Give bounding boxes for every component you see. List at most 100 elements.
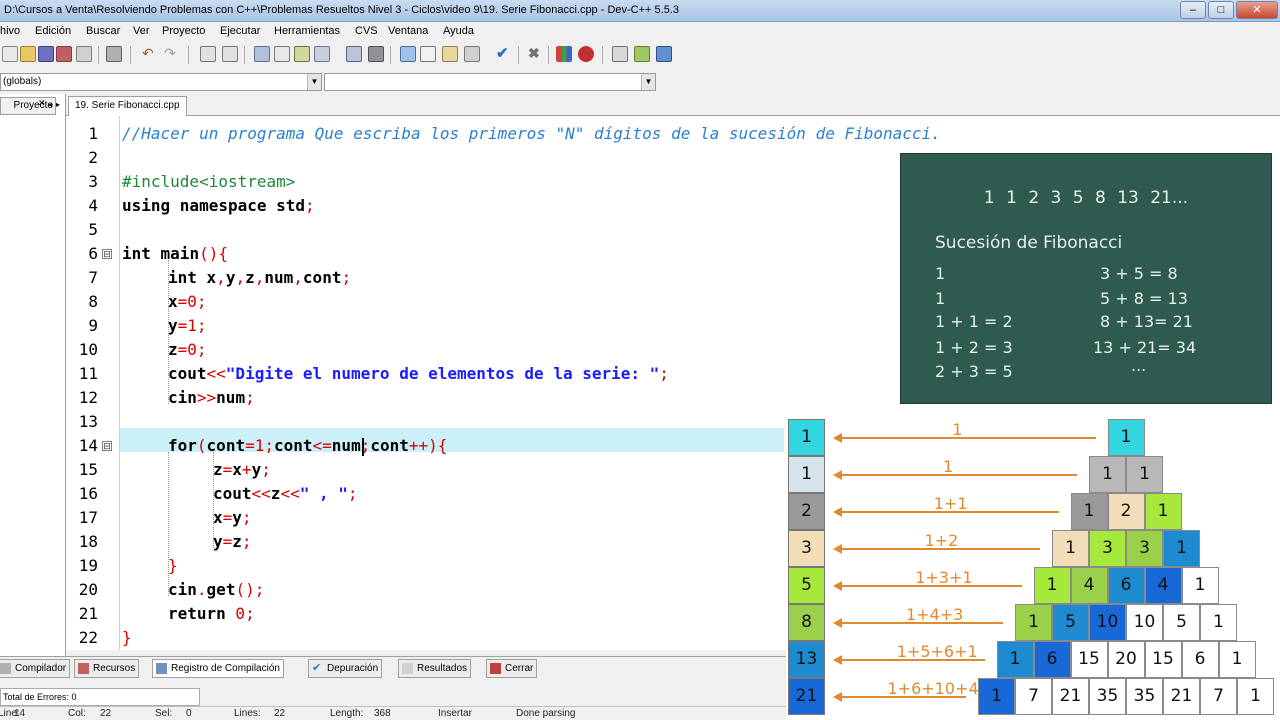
fibonacci-value-cell: 13 [788, 641, 825, 678]
identifier: cont [274, 436, 313, 455]
menu-herramientas[interactable]: Herramientas [274, 25, 340, 37]
chalk-right-row: ... [1131, 356, 1147, 375]
pascal-cell: 5 [1052, 604, 1089, 641]
compile-run-icon[interactable] [314, 46, 330, 62]
menu-ayuda[interactable]: Ayuda [443, 25, 474, 37]
chart-icon[interactable] [556, 46, 572, 62]
tab-resultados[interactable]: Resultados [398, 659, 472, 678]
menu-cvs[interactable]: CVS [355, 25, 378, 37]
chalk-right-row: 5 + 8 = 13 [1100, 289, 1188, 308]
check-icon[interactable]: ✔ [496, 46, 512, 62]
pascal-cell: 21 [1052, 678, 1089, 715]
keyword: int [122, 244, 151, 263]
tab-depuracion[interactable]: ✔ Depuración [308, 659, 383, 678]
compile-icon[interactable] [274, 46, 290, 62]
chart-icon[interactable] [442, 46, 458, 62]
identifier: y [225, 268, 236, 287]
chevron-right-icon[interactable]: ▸ [56, 100, 60, 109]
new-file-icon[interactable] [2, 46, 18, 62]
options-icon[interactable] [368, 46, 384, 62]
pascal-cell: 1 [1237, 678, 1274, 715]
fibonacci-value-cell: 3 [788, 530, 825, 567]
fold-toggle-icon[interactable]: ⊟ [102, 441, 112, 451]
replace-icon[interactable] [222, 46, 238, 62]
menu-edicion[interactable]: Edición [35, 25, 71, 37]
tab-recursos[interactable]: Recursos [74, 659, 140, 678]
sum-label: 1+3+1 [915, 568, 973, 587]
editor-tabs: 19. Serie Fibonacci.cpp [66, 94, 1280, 116]
project-remove-icon[interactable] [634, 46, 650, 62]
undo-icon[interactable]: ↶ [142, 46, 158, 62]
identifier: x [213, 508, 223, 527]
tab-cerrar[interactable]: Cerrar [486, 659, 538, 678]
identifier: num [264, 268, 294, 287]
goto-icon[interactable] [254, 46, 270, 62]
menu-buscar[interactable]: Buscar [86, 25, 120, 37]
members-combo[interactable]: ▼ [324, 73, 656, 91]
maximize-button[interactable]: □ [1208, 1, 1234, 19]
menu-archivo[interactable]: hivo [0, 25, 20, 37]
minimize-button[interactable]: – [1180, 1, 1206, 19]
chevron-down-icon[interactable]: ▼ [641, 74, 655, 90]
tab-registro-compilacion[interactable]: Registro de Compilación [152, 659, 284, 678]
code-line-8: x=0; [168, 290, 207, 314]
pascal-cell: 10 [1126, 604, 1163, 641]
chevron-left-icon[interactable]: ◂ [48, 100, 52, 109]
debug-icon[interactable] [464, 46, 480, 62]
code-line-1: //Hacer un programa Que escriba los prim… [122, 122, 941, 146]
project-add-icon[interactable] [400, 46, 416, 62]
project-add-icon[interactable] [612, 46, 628, 62]
redo-icon[interactable]: ↷ [164, 46, 180, 62]
rebuild-icon[interactable] [346, 46, 362, 62]
line-number: 11 [78, 364, 98, 383]
tab-serie-fibonacci[interactable]: 19. Serie Fibonacci.cpp [68, 96, 187, 116]
operator: ; [341, 268, 352, 287]
identifier: cout [168, 364, 207, 383]
open-icon[interactable] [20, 46, 36, 62]
tab-compilador[interactable]: Compilador [0, 659, 71, 678]
line-number: 12 [78, 388, 98, 407]
fold-toggle-icon[interactable]: ⊟ [102, 249, 112, 259]
operator: ( [196, 436, 207, 455]
tab-label: Cerrar [505, 663, 534, 674]
scope-combo[interactable]: (globals) ▼ [0, 73, 322, 91]
chevron-down-icon[interactable]: ▼ [307, 74, 321, 90]
code-line-3: #include<iostream> [122, 170, 295, 194]
close-window-button[interactable]: ✕ [1236, 1, 1278, 19]
save-all-icon[interactable] [56, 46, 72, 62]
menu-ventana[interactable]: Ventana [388, 25, 428, 37]
code-line-6: int main(){ [122, 242, 228, 266]
tab-label: Recursos [93, 663, 136, 674]
operator: , [216, 268, 226, 287]
line-number: 10 [78, 340, 98, 359]
options-icon[interactable] [656, 46, 672, 62]
print-icon[interactable] [106, 46, 122, 62]
line-number: 8 [88, 292, 98, 311]
stop-icon[interactable]: ✖ [528, 46, 544, 62]
code-line-18: y=z; [213, 530, 252, 554]
close-icon[interactable] [76, 46, 92, 62]
line-number: 7 [88, 268, 98, 287]
find-icon[interactable] [200, 46, 216, 62]
menu-ver[interactable]: Ver [133, 25, 150, 37]
menu-proyecto[interactable]: Proyecto [162, 25, 205, 37]
chalk-right-row: 13 + 21= 34 [1093, 338, 1197, 357]
run-icon[interactable] [294, 46, 310, 62]
line-number: 13 [78, 412, 98, 431]
keyword: for [168, 436, 197, 455]
code-line-7: int x,y,z,num,cont; [168, 266, 351, 290]
pascal-cell: 1 [978, 678, 1015, 715]
line-number: 20 [78, 580, 98, 599]
tab-label: Resultados [417, 663, 468, 674]
debug-icon[interactable] [578, 46, 594, 62]
number: 1 [187, 316, 197, 335]
project-remove-icon[interactable] [420, 46, 436, 62]
operator: ; [196, 316, 207, 335]
close-icon[interactable]: ✕ [38, 98, 46, 109]
status-bar: Line: 14 Col: 22 Sel: 0 Lines: 22 Length… [0, 706, 786, 720]
sum-label: 1 [943, 457, 954, 476]
identifier: num [216, 388, 246, 407]
menu-ejecutar[interactable]: Ejecutar [220, 25, 260, 37]
save-icon[interactable] [38, 46, 54, 62]
pascal-cell: 20 [1107, 641, 1145, 678]
